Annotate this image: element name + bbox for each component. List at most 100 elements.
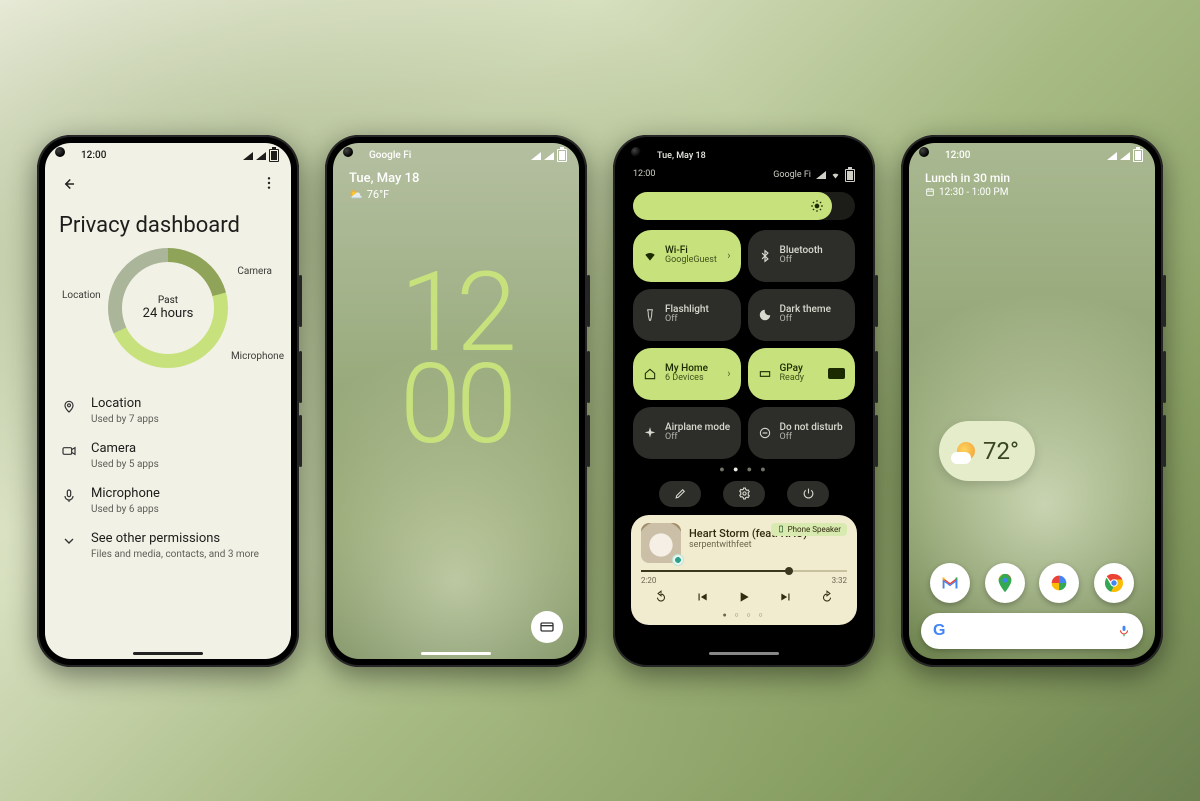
more-icon[interactable] [261, 175, 277, 197]
weather-temp: 72° [983, 437, 1019, 465]
status-carrier: Google Fi [773, 170, 811, 180]
power-button[interactable] [787, 481, 829, 507]
weather-sun-icon [955, 440, 977, 462]
phone-quick-settings: Tue, May 18 12:00 Google Fi Wi-FiGoogleG… [613, 135, 875, 667]
qs-tile-flashlight[interactable]: FlashlightOff [633, 289, 741, 341]
forward-30-button[interactable] [820, 589, 834, 608]
wallet-button[interactable] [531, 611, 563, 643]
status-time: 12:00 [945, 150, 970, 161]
qs-tile-dark-theme[interactable]: Dark themeOff [748, 289, 856, 341]
maps-icon[interactable] [985, 563, 1025, 603]
chart-past-label: Past [158, 295, 178, 306]
back-icon[interactable] [59, 175, 77, 197]
perm-row-location[interactable]: Location Used by 7 apps [45, 388, 291, 433]
status-icons [531, 149, 567, 162]
camera-icon [61, 443, 77, 463]
phone-homescreen: 12:00 Lunch in 30 min 12:30 - 1:00 PM 72… [901, 135, 1163, 667]
tile-sub: Off [665, 433, 730, 443]
qs-tile-gpay[interactable]: GPayReady [748, 348, 856, 400]
chevron-down-icon [61, 533, 77, 553]
album-art [641, 523, 681, 563]
chevron-right-icon: › [727, 367, 730, 380]
brightness-slider[interactable] [633, 192, 855, 220]
tile-icon [758, 249, 772, 263]
gmail-icon[interactable] [930, 563, 970, 603]
output-label: Phone Speaker [788, 525, 841, 534]
nav-home-bar[interactable] [709, 652, 779, 655]
status-bar: Google Fi [333, 143, 579, 167]
perm-title: Camera [91, 441, 159, 456]
next-track-button[interactable] [779, 589, 793, 608]
seek-bar[interactable] [641, 570, 847, 572]
qs-tile-do-not-disturb[interactable]: Do not disturbOff [748, 407, 856, 459]
signal-icon [1120, 152, 1130, 160]
qs-tile-airplane-mode[interactable]: Airplane modeOff [633, 407, 741, 459]
status-bar: 12:00 [909, 143, 1155, 167]
at-a-glance-sub[interactable]: 12:30 - 1:00 PM [909, 185, 1155, 200]
usage-donut-chart: Past 24 hours Location Camera Microphone [108, 248, 228, 368]
total-time: 3:32 [832, 576, 847, 585]
tile-sub: Off [665, 315, 709, 325]
qs-tile-bluetooth[interactable]: BluetoothOff [748, 230, 856, 282]
rewind-10-button[interactable] [654, 589, 668, 608]
chart-label-camera: Camera [237, 266, 272, 277]
signal-icon [544, 152, 554, 160]
tile-icon [758, 367, 772, 381]
tile-sub: 6 Devices [665, 374, 708, 384]
wifi-icon [1107, 152, 1117, 160]
edit-tiles-button[interactable] [659, 481, 701, 507]
qs-tile-wi-fi[interactable]: Wi-FiGoogleGuest› [633, 230, 741, 282]
calendar-icon [925, 187, 935, 197]
brightness-icon [810, 199, 824, 213]
battery-icon [845, 169, 855, 182]
weather-widget[interactable]: 72° [939, 421, 1035, 481]
voice-search-icon[interactable] [1117, 624, 1131, 638]
status-date: Tue, May 18 [657, 151, 706, 161]
nav-home-bar[interactable] [421, 652, 491, 655]
play-button[interactable] [736, 589, 752, 609]
tile-sub: Off [780, 256, 823, 266]
perm-sub: Files and media, contacts, and 3 more [91, 549, 259, 560]
google-g-icon: G [933, 622, 945, 640]
perm-row-camera[interactable]: Camera Used by 5 apps [45, 433, 291, 478]
chevron-right-icon: › [727, 249, 730, 262]
lockscreen-weather: ⛅ 76°F [333, 186, 579, 203]
tile-icon [643, 426, 657, 440]
status-icons [1107, 149, 1143, 162]
perm-sub: Used by 5 apps [91, 459, 159, 470]
perm-row-microphone[interactable]: Microphone Used by 6 apps [45, 478, 291, 523]
tile-icon [643, 249, 657, 263]
media-player-card[interactable]: Phone Speaker Heart Storm (feat. NAO) se… [631, 515, 857, 625]
status-time: 12:00 [81, 150, 106, 161]
status-carrier: Google Fi [369, 150, 411, 161]
perm-sub: Used by 6 apps [91, 504, 160, 515]
prev-track-button[interactable] [695, 589, 709, 608]
nav-home-bar[interactable] [133, 652, 203, 655]
search-bar[interactable]: G [921, 613, 1143, 649]
location-icon [61, 398, 77, 418]
chrome-icon[interactable] [1094, 563, 1134, 603]
status-bar: 12:00 [45, 143, 291, 167]
battery-icon [1133, 149, 1143, 162]
phone-lockscreen: Google Fi Tue, May 18 ⛅ 76°F 12 00 [325, 135, 587, 667]
front-camera-dot [55, 147, 65, 157]
perm-row-other[interactable]: See other permissions Files and media, c… [45, 523, 291, 568]
settings-button[interactable] [723, 481, 765, 507]
tile-icon [643, 367, 657, 381]
qs-tile-my-home[interactable]: My Home6 Devices› [633, 348, 741, 400]
page-dots: ● ● ● ● [621, 459, 867, 481]
tile-sub: Ready [780, 374, 805, 384]
at-a-glance-title[interactable]: Lunch in 30 min [909, 167, 1155, 185]
lockscreen-clock: 12 00 [333, 267, 579, 452]
lockscreen-date: Tue, May 18 [333, 167, 579, 186]
wifi-icon [243, 152, 253, 160]
lockscreen-temp: 76°F [367, 188, 390, 201]
status-time: 12:00 [633, 169, 655, 182]
status-icons [243, 149, 279, 162]
output-badge[interactable]: Phone Speaker [771, 523, 847, 536]
signal-icon [816, 171, 826, 179]
page-title: Privacy dashboard [59, 213, 277, 238]
app-dock [909, 563, 1155, 603]
photos-icon[interactable] [1039, 563, 1079, 603]
tile-sub: GoogleGuest [665, 256, 717, 266]
